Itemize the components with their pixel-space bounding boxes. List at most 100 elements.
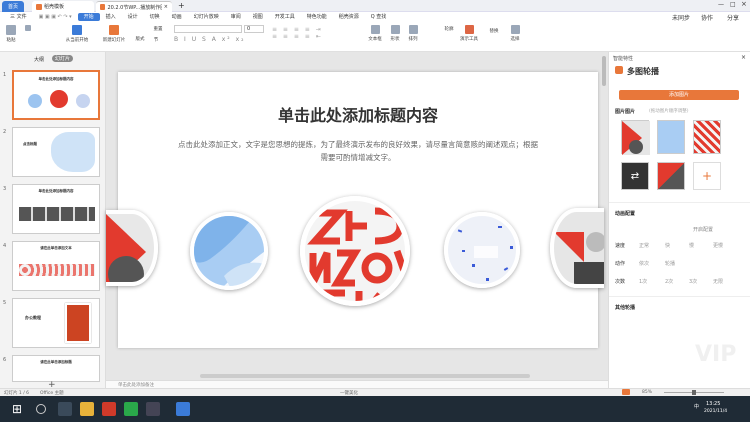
- menu-file[interactable]: 三 文件: [4, 13, 33, 21]
- close-tab-icon[interactable]: ×: [164, 4, 168, 10]
- play-slideshow-icon[interactable]: [622, 389, 630, 395]
- menu-home[interactable]: 开始: [77, 13, 100, 21]
- geometric-pattern-icon: [106, 214, 154, 282]
- arrange-button[interactable]: 排列: [406, 25, 420, 42]
- from-current-button[interactable]: 从当前开始: [60, 25, 94, 43]
- swap-icon[interactable]: ⇄: [621, 162, 649, 190]
- close-window-icon[interactable]: ×: [741, 0, 747, 8]
- slide-body-text[interactable]: 点击此处添加正文，文字是您思想的提炼，为了最终演示发布的良好效果，请尽量言简意赅…: [178, 138, 538, 164]
- play-icon: [72, 25, 82, 35]
- font-format-buttons[interactable]: B I U S A x² x₂: [174, 36, 264, 44]
- select-button[interactable]: 选择: [508, 25, 522, 42]
- slide-thumb-5[interactable]: 办公教程: [12, 298, 100, 348]
- carousel-image-confetti[interactable]: [444, 212, 520, 288]
- home-tab[interactable]: 首页: [2, 1, 24, 12]
- shape-button[interactable]: 形状: [388, 25, 402, 42]
- menu-animation[interactable]: 动画: [166, 13, 188, 21]
- layout-button[interactable]: 版式: [133, 36, 147, 42]
- vertical-scrollbar[interactable]: [602, 56, 606, 86]
- paragraph-buttons[interactable]: ≡ ≡ ≡ ≡ ⇥ ≡ ≡ ≡ ≡ ⇤: [272, 26, 352, 46]
- share-button[interactable]: 分享: [727, 13, 739, 22]
- carousel-image-blue[interactable]: [190, 212, 268, 290]
- count-opt-2[interactable]: 2次: [665, 278, 673, 285]
- menu-transition[interactable]: 切换: [144, 13, 166, 21]
- outline-button[interactable]: 轮廓: [440, 26, 458, 32]
- slide[interactable]: 单击此处添加标题内容 点击此处添加正文，文字是您思想的提炼，为了最终演示发布的良…: [106, 72, 604, 348]
- slide-number: 1: [3, 72, 7, 78]
- menu-design[interactable]: 设计: [122, 13, 144, 21]
- cut-button[interactable]: [22, 25, 34, 33]
- replace-button[interactable]: 替换: [486, 28, 502, 34]
- tab-docer[interactable]: 稻壳模板: [32, 1, 94, 12]
- menu-slideshow[interactable]: 幻灯片放映: [188, 13, 225, 21]
- app-icon[interactable]: [146, 402, 160, 416]
- order-opt-sequence[interactable]: 依次: [639, 260, 649, 267]
- add-image-button[interactable]: 添加图片: [619, 90, 739, 100]
- slide-thumb-6[interactable]: 请在此单击添加标题: [12, 355, 100, 382]
- search-icon[interactable]: [36, 404, 46, 414]
- new-slide-button[interactable]: 新建幻灯片: [98, 25, 130, 43]
- add-image-slot-icon[interactable]: +: [693, 162, 721, 190]
- wps-icon[interactable]: [102, 402, 116, 416]
- count-opt-infinite[interactable]: 无限: [713, 278, 723, 285]
- sync-status[interactable]: 未同步: [672, 13, 690, 22]
- image-slot-3[interactable]: [693, 120, 721, 154]
- menu-special[interactable]: 特色功能: [301, 13, 333, 21]
- menu-review[interactable]: 审阅: [225, 13, 247, 21]
- order-opt-loop[interactable]: 轮播: [665, 260, 675, 267]
- section-button[interactable]: 节: [150, 37, 162, 43]
- slide-title[interactable]: 单击此处添加标题内容: [118, 102, 598, 126]
- speed-opt-normal[interactable]: 正常: [639, 242, 649, 249]
- collab-button[interactable]: 协作: [701, 13, 713, 22]
- notes-bar[interactable]: 单击此处添加备注: [106, 380, 608, 388]
- speed-opt-slow[interactable]: 慢: [689, 242, 694, 249]
- input-language[interactable]: 中: [694, 403, 699, 410]
- menu-developer[interactable]: 开发工具: [269, 13, 301, 21]
- task-view-icon[interactable]: [58, 402, 72, 416]
- image-slot-2[interactable]: [657, 120, 685, 154]
- windows-start-icon[interactable]: ⊞: [12, 402, 26, 416]
- tab-document[interactable]: 20.2.0节WP...播放制作图文说明 ×: [96, 1, 172, 12]
- font-name-select[interactable]: [174, 25, 242, 33]
- menu-insert[interactable]: 插入: [100, 13, 122, 21]
- menu-docer-resources[interactable]: 稻壳资源: [333, 13, 365, 21]
- active-app-icon[interactable]: [176, 402, 190, 416]
- menu-view[interactable]: 视图: [247, 13, 269, 21]
- textbox-button[interactable]: 文本框: [366, 25, 384, 42]
- minimize-icon[interactable]: —: [718, 1, 724, 8]
- search-button[interactable]: Q 查找: [365, 13, 393, 21]
- clock-time[interactable]: 13:25: [706, 401, 720, 407]
- slide-thumb-1[interactable]: 单击此处添加标题内容: [12, 70, 100, 120]
- image-slot-5[interactable]: [657, 162, 685, 190]
- maximize-icon[interactable]: □: [730, 1, 736, 8]
- slide-thumb-2[interactable]: 点击标题: [12, 127, 100, 177]
- file-explorer-icon[interactable]: [80, 402, 94, 416]
- zoom-slider-handle[interactable]: [692, 390, 696, 395]
- carousel-image-left[interactable]: [106, 210, 158, 286]
- cut-icon: [25, 25, 31, 31]
- section-other-title: 其他轮播: [615, 305, 636, 311]
- clock-date[interactable]: 2021/11/4: [704, 409, 727, 414]
- font-size-select[interactable]: 0: [244, 25, 264, 33]
- reset-button[interactable]: 重置: [150, 26, 166, 32]
- add-tab-button[interactable]: +: [178, 1, 185, 10]
- slide-thumb-4[interactable]: 请在此单击添加文本: [12, 241, 100, 291]
- tab-outline[interactable]: 大纲: [34, 56, 44, 63]
- speed-opt-slower[interactable]: 更慢: [713, 242, 723, 249]
- tab-slides[interactable]: 幻灯片: [52, 55, 74, 62]
- red-geometric-image: [554, 212, 604, 284]
- carousel-image-center[interactable]: [300, 196, 410, 306]
- horizontal-scrollbar[interactable]: [200, 374, 530, 378]
- wechat-icon[interactable]: [124, 402, 138, 416]
- paste-button[interactable]: 粘贴: [4, 25, 18, 43]
- speed-opt-fast[interactable]: 快: [665, 242, 670, 249]
- auto-play-toggle[interactable]: 开启配置: [693, 226, 713, 233]
- count-opt-3[interactable]: 3次: [689, 278, 697, 285]
- close-panel-icon[interactable]: ×: [741, 54, 746, 61]
- carousel-image-right[interactable]: [550, 208, 604, 288]
- count-opt-1[interactable]: 1次: [639, 278, 647, 285]
- slide-thumb-3[interactable]: 单击此处添加标题内容: [12, 184, 100, 234]
- image-slot-1[interactable]: [621, 120, 650, 155]
- red-typography-pattern: [305, 201, 405, 301]
- present-tool-button[interactable]: 演示工具: [458, 25, 480, 42]
